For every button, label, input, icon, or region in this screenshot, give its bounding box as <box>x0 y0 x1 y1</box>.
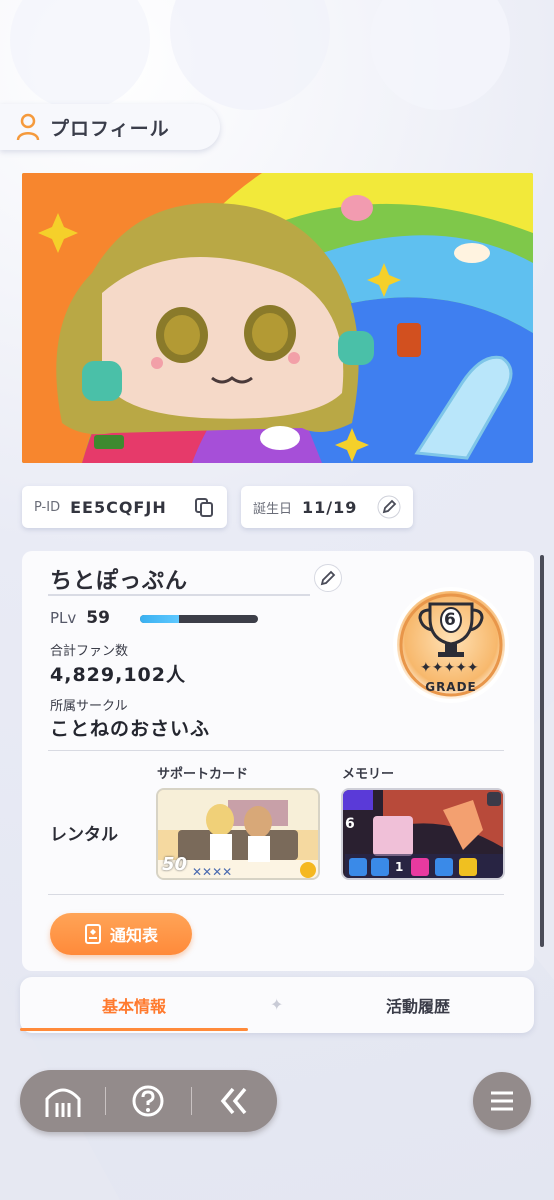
tab-activity-history-label: 活動履歴 <box>385 997 450 1016</box>
rental-label: レンタル <box>50 825 118 845</box>
menu-icon <box>491 1091 513 1111</box>
birthday-value: 11/19 <box>302 497 358 517</box>
memory-badge: 1 <box>395 860 404 874</box>
edit-birthday-icon[interactable] <box>377 495 401 519</box>
scrollbar[interactable] <box>540 555 544 947</box>
divider <box>48 750 504 751</box>
back-icon <box>221 1087 247 1115</box>
plv-label: PLv <box>50 609 77 627</box>
tab-basic-info-label: 基本情報 <box>101 997 166 1016</box>
level-progress-bar <box>140 615 258 623</box>
report-card-label: 通知表 <box>109 926 158 945</box>
circle-value: ことねのおさいふ <box>50 718 211 740</box>
circle-label: 所属サークル <box>50 699 128 714</box>
fans-value: 4,829,102人 <box>50 664 186 686</box>
grade-number: 6 <box>444 610 456 630</box>
page-title-text: プロフィール <box>50 117 170 140</box>
birthday-label: 誕生日 <box>253 501 293 517</box>
grade-label: GRADE <box>425 680 477 694</box>
grade-badge[interactable]: ✦✦✦✦✦ 6 GRADE <box>390 586 512 704</box>
support-card-label: サポートカード <box>157 767 249 782</box>
player-level: PLv 59 <box>50 608 110 628</box>
character-illustration <box>22 173 533 463</box>
person-icon <box>16 113 40 141</box>
svg-text:✦✦✦✦✦: ✦✦✦✦✦ <box>420 660 479 676</box>
plv-value: 59 <box>86 608 110 628</box>
memory-thumbnail[interactable]: 6 1 <box>341 788 505 880</box>
divider <box>48 894 504 895</box>
memory-label: メモリー <box>342 767 395 782</box>
profile-banner-image <box>22 173 533 463</box>
menu-button[interactable] <box>473 1072 531 1130</box>
fans-label: 合計ファン数 <box>50 644 129 659</box>
tab-basic-info[interactable]: 基本情報 <box>20 977 248 1033</box>
memory-image <box>343 790 503 878</box>
tab-bar: 基本情報 ✦ 活動履歴 <box>20 977 534 1033</box>
player-name: ちとぽっぷん <box>50 569 189 594</box>
help-button[interactable] <box>106 1070 191 1132</box>
pid-label: P-ID <box>34 499 61 515</box>
help-icon <box>132 1085 164 1117</box>
copy-icon[interactable] <box>193 496 215 518</box>
tab-separator-icon: ✦ <box>270 995 284 1014</box>
page-title: プロフィール <box>0 104 220 150</box>
support-card-thumbnail[interactable]: ✕✕✕✕ 50 <box>156 788 320 880</box>
home-icon <box>45 1088 80 1117</box>
pencil-icon <box>320 570 336 586</box>
level-progress-fill <box>140 615 179 623</box>
edit-name-button[interactable] <box>314 564 342 592</box>
tab-activity-history[interactable]: 活動履歴 <box>304 977 532 1033</box>
birthday-chip: 誕生日 11/19 <box>241 486 413 528</box>
home-button[interactable] <box>20 1070 105 1132</box>
support-card-level: 50 <box>162 854 188 875</box>
report-icon <box>84 924 101 944</box>
memory-number: 6 <box>345 816 355 832</box>
svg-text:✕✕✕✕: ✕✕✕✕ <box>192 865 232 879</box>
name-underline <box>48 594 310 596</box>
player-id-chip: P-ID EE5CQFJH <box>22 486 227 528</box>
bottom-nav <box>20 1070 277 1132</box>
pid-value: EE5CQFJH <box>70 497 167 517</box>
back-button[interactable] <box>192 1070 277 1132</box>
report-card-button[interactable]: 通知表 <box>50 913 192 955</box>
